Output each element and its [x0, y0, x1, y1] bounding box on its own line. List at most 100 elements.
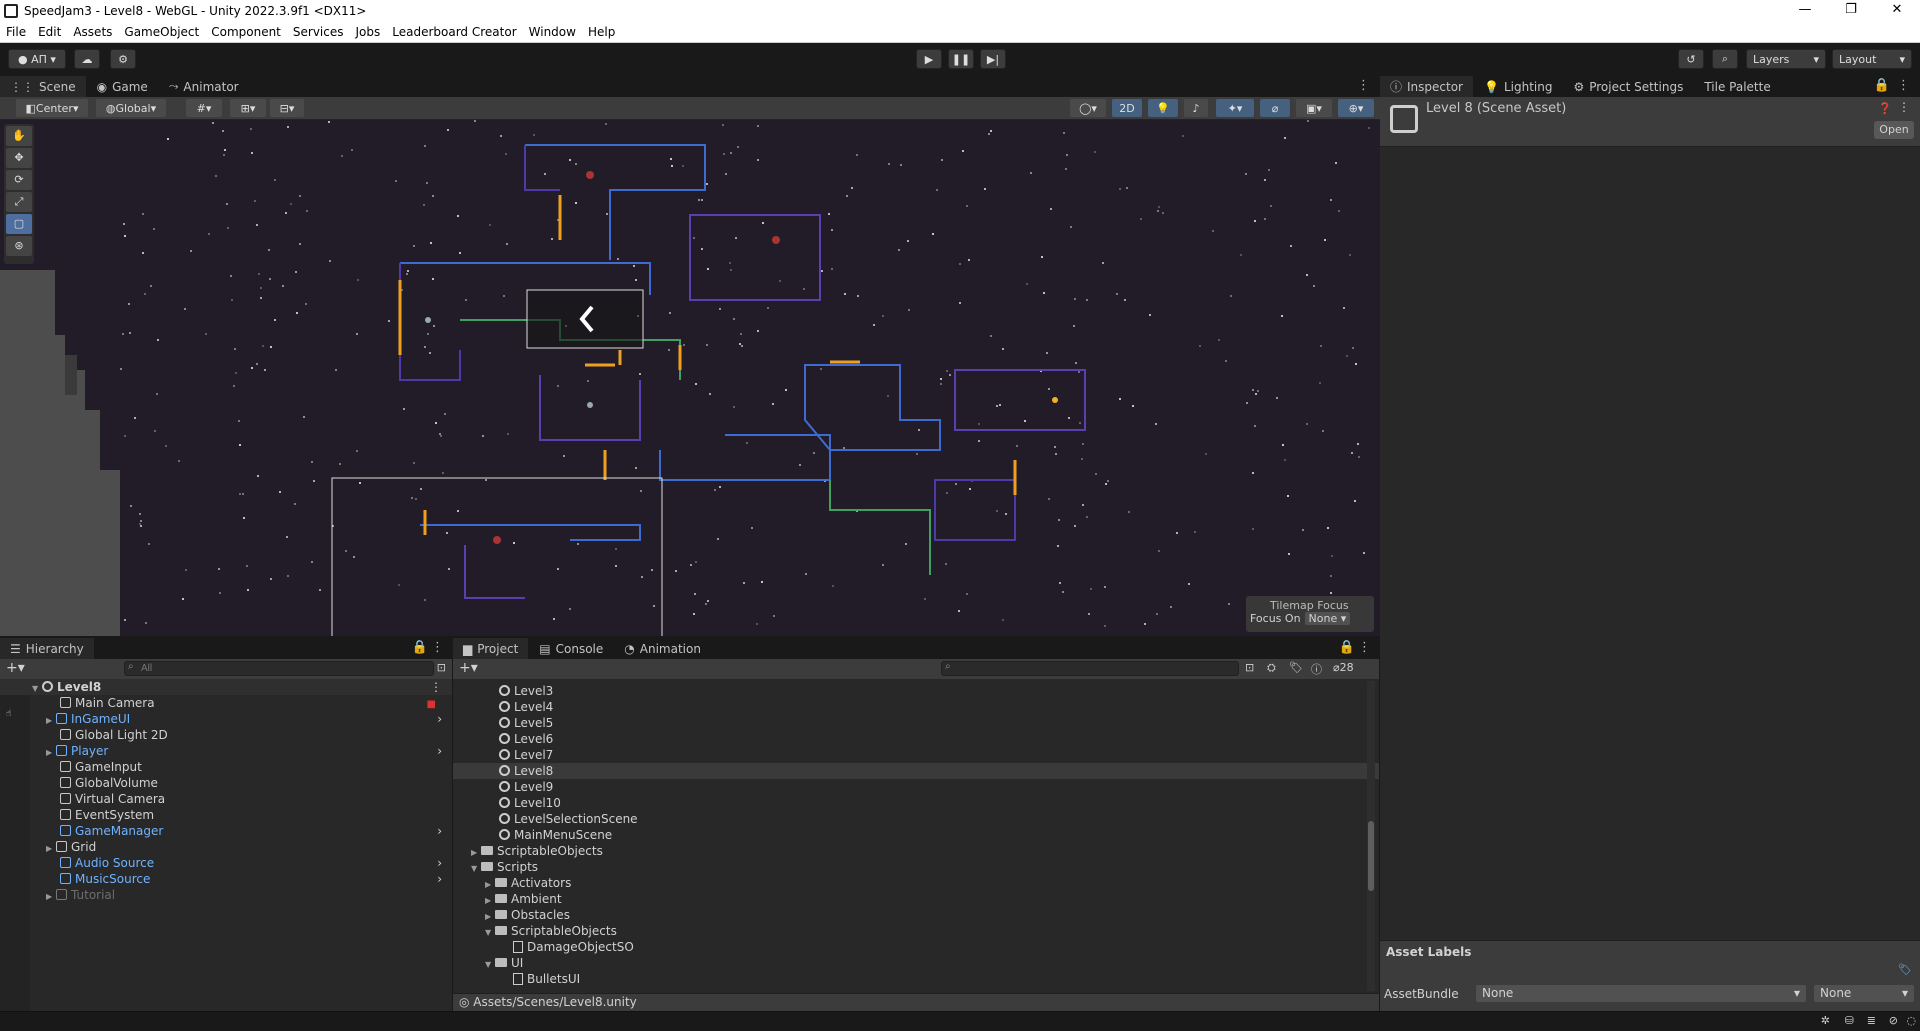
2d-mode-button[interactable]: 2D	[1112, 99, 1142, 117]
cloud-button[interactable]: ☁	[74, 49, 100, 69]
play-button[interactable]: ▶	[916, 49, 942, 69]
project-item[interactable]: MainMenuScene	[453, 827, 1379, 843]
rect-tool-button[interactable]: ▢	[6, 214, 32, 234]
hierarchy-scene-row[interactable]: ▼ Level8 ⋮	[0, 679, 452, 695]
hierarchy-item-globalvolume[interactable]: GlobalVolume	[0, 775, 452, 791]
project-folder[interactable]: ▼ ScriptableObjects	[453, 923, 1379, 939]
project-folder[interactable]: ▼ UI	[453, 955, 1379, 971]
layout-dropdown[interactable]: Layout ▾	[1832, 49, 1912, 69]
lighting-toggle[interactable]: 💡	[1148, 99, 1178, 117]
project-item[interactable]: Level9	[453, 779, 1379, 795]
project-scrollbar[interactable]	[1367, 681, 1375, 991]
hierarchy-item-virtual-camera[interactable]: Virtual Camera	[0, 791, 452, 807]
tab-inspector[interactable]: ⓘ Inspector	[1380, 76, 1474, 97]
scene-menu-icon[interactable]: ⋮	[430, 679, 442, 695]
help-icon[interactable]: ❓	[1878, 102, 1892, 115]
space-dropdown[interactable]: ◍ Global ▾	[96, 99, 166, 117]
project-folder[interactable]: ▶ ScriptableObjects	[453, 843, 1379, 859]
grid-snap-button[interactable]: #▾	[186, 99, 222, 117]
hierarchy-item-eventsystem[interactable]: EventSystem	[0, 807, 452, 823]
hierarchy-menu-icon[interactable]: ⋮	[431, 640, 444, 655]
gizmos-dropdown[interactable]: ⊕▾	[1338, 99, 1374, 117]
chevron-right-icon[interactable]: ›	[437, 743, 442, 759]
hierarchy-item-audio-source[interactable]: Audio Source ›	[0, 855, 452, 871]
hierarchy-item-main-camera[interactable]: Main Camera ■	[0, 695, 452, 711]
menu-gameobject[interactable]: GameObject	[118, 25, 205, 39]
hierarchy-item-player[interactable]: ▶ Player ›	[0, 743, 452, 759]
increment-snap-button[interactable]: ⊟▾	[270, 99, 304, 117]
effects-dropdown[interactable]: ✦▾	[1216, 99, 1254, 117]
project-menu-icon[interactable]: ⋮	[1358, 640, 1371, 655]
expand-arrow-icon[interactable]: ▶	[46, 889, 56, 905]
search-by-type-icon[interactable]: ⊡	[1245, 661, 1254, 674]
chevron-right-icon[interactable]: ›	[437, 711, 442, 727]
tab-project[interactable]: ▆ Project	[453, 638, 530, 659]
hidden-packages-toggle[interactable]: ⌀28	[1333, 661, 1354, 674]
tab-animator[interactable]: ⤳ Animator	[158, 76, 250, 97]
hierarchy-item-musicsource[interactable]: MusicSource ›	[0, 871, 452, 887]
menu-assets[interactable]: Assets	[67, 25, 118, 39]
project-folder[interactable]: ▶ Obstacles	[453, 907, 1379, 923]
project-search-input[interactable]	[941, 661, 1239, 676]
menu-window[interactable]: Window	[523, 25, 582, 39]
transform-tool-button[interactable]: ⊛	[6, 236, 32, 256]
tab-console[interactable]: ▤ Console	[529, 638, 615, 659]
layers-stack-icon[interactable]: ≣	[1867, 1014, 1876, 1027]
settings-menu-icon[interactable]: ⋮	[1898, 100, 1910, 114]
layers-dropdown[interactable]: Layers ▾	[1746, 49, 1826, 69]
audio-toggle[interactable]: ♪	[1184, 99, 1208, 117]
inspector-menu-icon[interactable]: ⋮	[1897, 78, 1910, 93]
scene-menu-icon[interactable]: ⋮	[1357, 78, 1370, 93]
hierarchy-search-input[interactable]	[124, 661, 434, 676]
tab-game[interactable]: ◉ Game	[86, 76, 159, 97]
chevron-right-icon[interactable]: ›	[437, 855, 442, 871]
collab-button[interactable]: ⚙	[110, 49, 136, 69]
search-button[interactable]: ⌕	[1712, 49, 1738, 69]
grid-visibility-button[interactable]: ⊞▾	[230, 99, 266, 117]
maximize-button[interactable]: ❐	[1828, 0, 1874, 22]
tab-hierarchy[interactable]: ☰ Hierarchy	[0, 638, 95, 659]
assetbundle-variant-dropdown[interactable]: None ▾	[1814, 985, 1914, 1002]
minimize-button[interactable]: —	[1782, 0, 1828, 22]
tab-scene[interactable]: ⋮⋮ Scene	[0, 76, 87, 97]
lock-icon[interactable]: 🔒	[412, 640, 428, 655]
menu-help[interactable]: Help	[582, 25, 621, 39]
menu-component[interactable]: Component	[205, 25, 287, 39]
draw-mode-dropdown[interactable]: ◯▾	[1070, 99, 1106, 117]
create-add-button[interactable]: +▾	[6, 660, 25, 676]
filter-icon[interactable]: ⛭	[1267, 661, 1276, 675]
pause-button[interactable]: ❚❚	[948, 49, 974, 69]
scale-tool-button[interactable]: ⤢	[6, 192, 32, 212]
project-item[interactable]: Level3	[453, 683, 1379, 699]
hierarchy-item-grid[interactable]: ▶ Grid	[0, 839, 452, 855]
auto-generate-lighting-icon[interactable]: ⊘	[1889, 1014, 1898, 1027]
chevron-right-icon[interactable]: ›	[437, 871, 442, 887]
move-tool-button[interactable]: ✥	[6, 148, 32, 168]
hierarchy-item-gamemanager[interactable]: GameManager ›	[0, 823, 452, 839]
hidden-objects-toggle[interactable]: ⌀	[1260, 99, 1290, 117]
project-item-selected[interactable]: Level8	[453, 763, 1379, 779]
account-dropdown[interactable]: ● АП ▾	[8, 49, 66, 69]
debug-icon[interactable]: ✲	[1821, 1014, 1830, 1027]
hierarchy-item-ingameui[interactable]: ▶ InGameUI ›	[0, 711, 452, 727]
open-button[interactable]: Open	[1874, 121, 1914, 139]
scrollbar-thumb[interactable]	[1368, 821, 1374, 891]
undo-history-button[interactable]: ↺	[1678, 49, 1704, 69]
focus-on-dropdown[interactable]: None ▾	[1304, 612, 1351, 625]
label-filter-icon[interactable]: 🏷	[1289, 661, 1303, 674]
hierarchy-item-global-light[interactable]: Global Light 2D	[0, 727, 452, 743]
project-item[interactable]: Level5	[453, 715, 1379, 731]
project-item[interactable]: Level10	[453, 795, 1379, 811]
menu-jobs[interactable]: Jobs	[350, 25, 387, 39]
cache-server-icon[interactable]: ⛁	[1845, 1014, 1854, 1027]
hand-tool-button[interactable]: ✋	[6, 126, 32, 146]
project-item[interactable]: LevelSelectionScene	[453, 811, 1379, 827]
tab-tile-palette[interactable]: Tile Palette	[1694, 76, 1782, 97]
rotate-tool-button[interactable]: ⟳	[6, 170, 32, 190]
pivot-dropdown[interactable]: ◧ Center ▾	[16, 99, 88, 117]
tab-project-settings[interactable]: ⚙ Project Settings	[1563, 76, 1695, 97]
project-item[interactable]: Level4	[453, 699, 1379, 715]
tab-lighting[interactable]: 💡 Lighting	[1474, 76, 1564, 97]
create-add-button[interactable]: +▾	[459, 660, 478, 676]
project-item[interactable]: BulletsUI	[453, 971, 1379, 987]
